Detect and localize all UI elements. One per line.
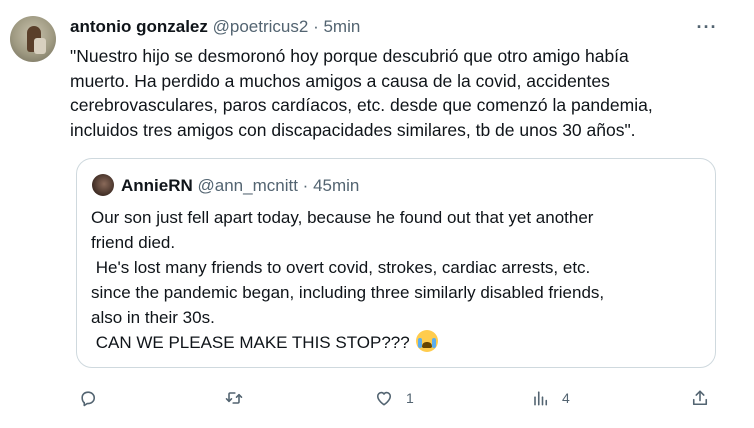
quoted-timestamp[interactable]: 45min bbox=[313, 176, 359, 195]
tweet-text-line: "Nuestro hijo se desmoronó hoy porque de… bbox=[70, 46, 629, 66]
quoted-text-line: He's lost many friends to overt covid, s… bbox=[91, 258, 591, 277]
crying-face-emoji-icon bbox=[416, 330, 439, 352]
like-count: 1 bbox=[406, 390, 414, 406]
separator-dot: · bbox=[313, 17, 319, 36]
tweet-text-line: cerebrovasculares, paros cardíacos, etc.… bbox=[70, 95, 653, 115]
action-bar: 1 4 bbox=[70, 384, 730, 412]
author-handle[interactable]: @poetricus2 bbox=[213, 17, 309, 36]
author-name[interactable]: antonio gonzalez bbox=[70, 17, 208, 36]
retweet-icon bbox=[225, 392, 243, 404]
views-button[interactable]: 4 bbox=[530, 384, 570, 412]
avatar[interactable] bbox=[10, 16, 56, 62]
quoted-author-name[interactable]: AnnieRN bbox=[121, 176, 193, 195]
quoted-separator-dot: · bbox=[302, 176, 309, 195]
quoted-header: AnnieRN @ann_mcnitt · 45min bbox=[121, 175, 359, 197]
tweet-header: antonio gonzalez @poetricus2 · 5min bbox=[70, 16, 360, 38]
views-icon bbox=[534, 391, 548, 406]
quoted-tweet[interactable]: AnnieRN @ann_mcnitt · 45min Our son just… bbox=[76, 158, 716, 368]
quoted-text: Our son just fell apart today, because h… bbox=[91, 205, 701, 355]
tweet-text-line: muerto. Ha perdido a muchos amigos a cau… bbox=[70, 70, 610, 91]
reply-button[interactable] bbox=[78, 384, 98, 412]
heart-icon bbox=[376, 391, 392, 406]
tweet-text: "Nuestro hijo se desmoronó hoy porque de… bbox=[70, 44, 740, 142]
share-button[interactable] bbox=[690, 384, 710, 412]
quoted-text-line: friend died. bbox=[91, 233, 176, 252]
quoted-avatar[interactable] bbox=[92, 174, 114, 196]
share-icon bbox=[692, 390, 708, 406]
retweet-button[interactable] bbox=[224, 384, 244, 412]
views-count: 4 bbox=[562, 390, 570, 406]
quoted-text-line: also in their 30s. bbox=[91, 308, 215, 327]
quoted-author-handle[interactable]: @ann_mcnitt bbox=[198, 176, 298, 195]
quoted-text-line: since the pandemic began, including thre… bbox=[91, 283, 605, 302]
tweet-timestamp[interactable]: 5min bbox=[323, 17, 360, 36]
more-options-icon[interactable]: ··· bbox=[692, 16, 722, 38]
quoted-text-line: Our son just fell apart today, because h… bbox=[91, 208, 594, 227]
tweet: antonio gonzalez @poetricus2 · 5min ··· … bbox=[0, 0, 754, 428]
avatar-figure-detail bbox=[34, 38, 46, 54]
quoted-text-line-last: CAN WE PLEASE MAKE THIS STOP??? bbox=[91, 330, 701, 355]
reply-icon bbox=[81, 391, 96, 407]
tweet-text-line: incluidos tres amigos con discapacidades… bbox=[70, 119, 636, 140]
quoted-shout-text: CAN WE PLEASE MAKE THIS STOP??? bbox=[91, 333, 415, 352]
like-button[interactable]: 1 bbox=[374, 384, 414, 412]
